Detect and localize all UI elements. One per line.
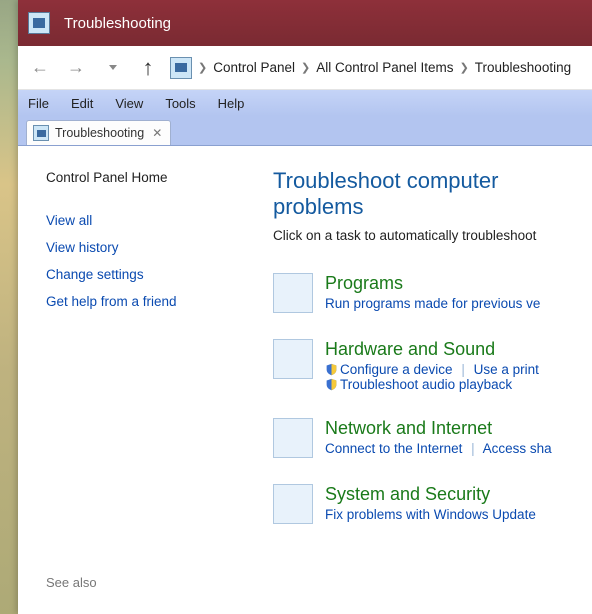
chevron-down-icon <box>109 65 117 70</box>
category-title[interactable]: System and Security <box>325 484 592 505</box>
edit-menu[interactable]: Edit <box>69 95 95 112</box>
shield-icon <box>325 378 338 391</box>
category-programs: Programs Run programs made for previous … <box>273 273 592 313</box>
tab-bar: Troubleshooting ✕ <box>18 116 592 146</box>
view-menu[interactable]: View <box>113 95 145 112</box>
page-subtext: Click on a task to automatically trouble… <box>273 228 592 243</box>
separator: | <box>466 441 480 456</box>
category-title[interactable]: Hardware and Sound <box>325 339 592 360</box>
tools-menu[interactable]: Tools <box>163 95 197 112</box>
see-also-heading: See also <box>46 575 253 604</box>
category-system: System and Security Fix problems with Wi… <box>273 484 592 524</box>
breadcrumb-item[interactable]: Troubleshooting <box>475 60 571 75</box>
troubleshoot-audio-link[interactable]: Troubleshoot audio playback <box>340 377 512 392</box>
access-shared-link[interactable]: Access sha <box>483 441 552 456</box>
tab-icon <box>33 125 49 141</box>
system-icon <box>273 484 313 524</box>
get-help-link[interactable]: Get help from a friend <box>46 294 253 309</box>
use-printer-link[interactable]: Use a print <box>474 362 539 377</box>
navigation-bar: ← → ↑ ❯ Control Panel ❯ All Control Pane… <box>18 46 592 90</box>
sidebar: Control Panel Home View all View history… <box>18 146 273 614</box>
change-settings-link[interactable]: Change settings <box>46 267 253 282</box>
programs-icon <box>273 273 313 313</box>
location-icon <box>170 57 192 79</box>
configure-device-link[interactable]: Configure a device <box>340 362 453 377</box>
window-icon <box>28 12 50 34</box>
tab-troubleshooting[interactable]: Troubleshooting ✕ <box>26 120 171 145</box>
network-icon <box>273 418 313 458</box>
chevron-right-icon: ❯ <box>301 61 310 74</box>
separator: | <box>456 362 470 377</box>
tab-close-button[interactable]: ✕ <box>150 126 164 140</box>
chevron-right-icon: ❯ <box>198 61 207 74</box>
file-menu[interactable]: File <box>26 95 51 112</box>
category-network: Network and Internet Connect to the Inte… <box>273 418 592 458</box>
control-panel-home-link[interactable]: Control Panel Home <box>46 170 253 185</box>
up-button[interactable]: ↑ <box>134 54 162 82</box>
shield-icon <box>325 363 338 376</box>
page-title: Troubleshoot computer problems <box>273 168 592 220</box>
view-all-link[interactable]: View all <box>46 213 253 228</box>
window: Troubleshooting ← → ↑ ❯ Control Panel ❯ … <box>18 0 592 614</box>
help-menu[interactable]: Help <box>216 95 247 112</box>
windows-update-link[interactable]: Fix problems with Windows Update <box>325 507 536 522</box>
main-panel: Troubleshoot computer problems Click on … <box>273 146 592 614</box>
window-title: Troubleshooting <box>64 15 171 32</box>
view-history-link[interactable]: View history <box>46 240 253 255</box>
back-button[interactable]: ← <box>26 54 54 82</box>
chevron-right-icon: ❯ <box>460 61 469 74</box>
address-bar[interactable]: ❯ Control Panel ❯ All Control Panel Item… <box>170 57 586 79</box>
hardware-icon <box>273 339 313 379</box>
content-area: Control Panel Home View all View history… <box>18 146 592 614</box>
menu-bar: File Edit View Tools Help <box>18 90 592 116</box>
connect-internet-link[interactable]: Connect to the Internet <box>325 441 462 456</box>
forward-button[interactable]: → <box>62 54 90 82</box>
breadcrumb-item[interactable]: Control Panel <box>213 60 295 75</box>
run-compat-link[interactable]: Run programs made for previous ve <box>325 296 540 311</box>
category-title[interactable]: Programs <box>325 273 592 294</box>
breadcrumb-item[interactable]: All Control Panel Items <box>316 60 453 75</box>
tab-label: Troubleshooting <box>55 126 144 140</box>
category-hardware: Hardware and Sound Configure a device | … <box>273 339 592 392</box>
recent-dropdown[interactable] <box>98 54 126 82</box>
category-title[interactable]: Network and Internet <box>325 418 592 439</box>
title-bar: Troubleshooting <box>18 0 592 46</box>
